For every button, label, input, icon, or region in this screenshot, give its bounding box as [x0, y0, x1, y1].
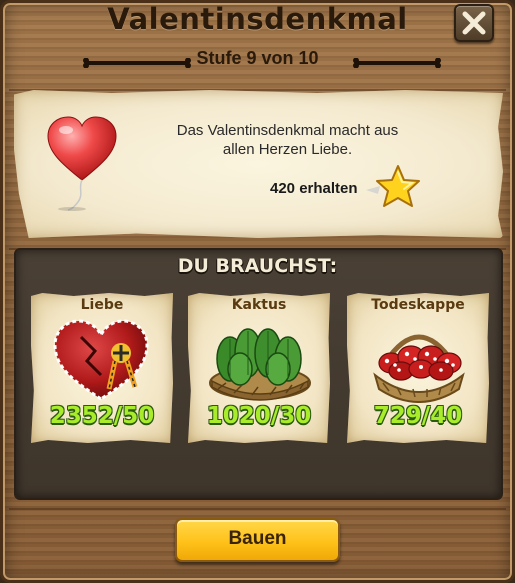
mushroom-basket-icon [373, 334, 465, 403]
requirement-card-liebe: Liebe 2352/50 [31, 293, 173, 443]
wood-plank-divider [9, 508, 506, 510]
building-description: Das Valentinsdenkmal macht aus allen Her… [176, 122, 399, 158]
bone-ornament-right [353, 58, 441, 68]
close-icon [462, 11, 486, 35]
requirement-count: 1020/30 [206, 403, 312, 429]
build-button[interactable]: Bauen [175, 518, 340, 562]
wood-plank-divider [9, 89, 506, 91]
heart-icon [53, 319, 149, 401]
cactus-basket-icon [209, 328, 311, 401]
dialog-title: Valentinsdenkmal [107, 2, 408, 36]
requirement-count: 729/40 [373, 403, 463, 429]
requirement-name: Todeskappe [371, 297, 465, 313]
star-icon [366, 165, 420, 207]
reward-amount: 420 erhalten [270, 180, 358, 197]
heart-balloon-icon [47, 116, 117, 211]
requirements-heading: DU BRAUCHST: [177, 255, 338, 277]
requirement-card-kaktus: Kaktus 1020/30 [188, 293, 330, 443]
close-button[interactable] [454, 4, 494, 42]
requirement-name: Liebe [80, 297, 124, 313]
requirement-card-todeskappe: Todeskappe 729/40 [347, 293, 489, 443]
requirement-count: 2352/50 [49, 403, 155, 429]
requirement-name: Kaktus [231, 297, 287, 313]
